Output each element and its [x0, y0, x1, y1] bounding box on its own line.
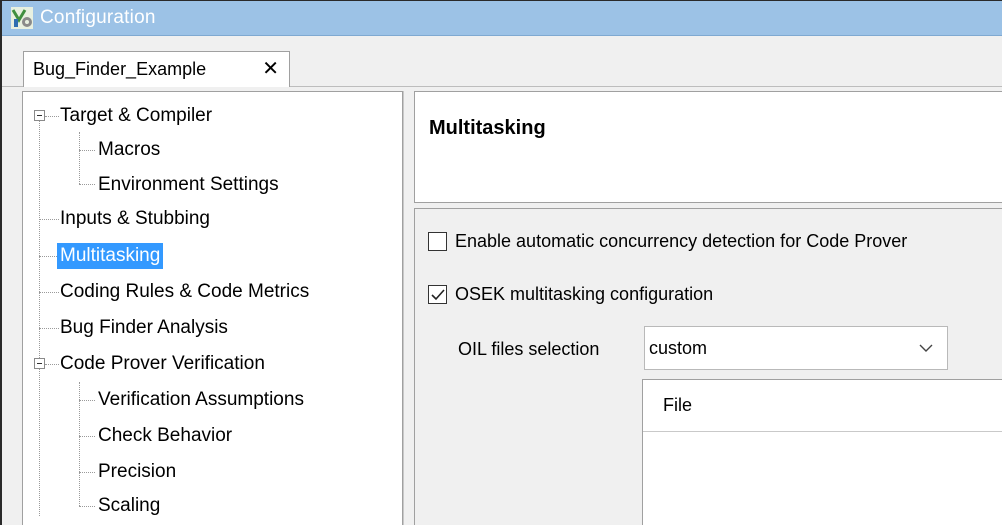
configuration-window: Configuration Bug_Finder_Example ✕ Targe…	[0, 0, 1002, 525]
tree-connector	[39, 328, 59, 329]
tree-item-label: Verification Assumptions	[98, 389, 304, 410]
tree-connector	[79, 472, 95, 473]
tree-item-coding-rules[interactable]: Coding Rules & Code Metrics	[57, 276, 312, 308]
tree-item-inputs-stubbing[interactable]: Inputs & Stubbing	[57, 203, 213, 235]
tree-item-multitasking[interactable]: Multitasking	[57, 240, 164, 272]
auto-concurrency-checkbox[interactable]	[428, 232, 447, 251]
tree-item-code-prover-verification[interactable]: Code Prover Verification	[57, 348, 268, 380]
tree-connector	[79, 436, 95, 437]
tree-item-label: Coding Rules & Code Metrics	[60, 281, 310, 302]
tree-item-label: Multitasking	[57, 243, 164, 269]
tree-item-label: Environment Settings	[98, 174, 279, 195]
settings-panel: Enable automatic concurrency detection f…	[414, 208, 1002, 525]
osek-label: OSEK multitasking configuration	[455, 284, 714, 304]
tree-connector	[39, 256, 57, 257]
settings-tree: Target & Compiler Macros Environment Set…	[22, 91, 403, 525]
tree-item-precision[interactable]: Precision	[95, 456, 179, 488]
tree-item-target-compiler[interactable]: Target & Compiler	[57, 100, 215, 132]
title-bar: Configuration	[2, 1, 1002, 36]
tree-item-verification-assumptions[interactable]: Verification Assumptions	[95, 384, 307, 416]
tree-item-label: Macros	[98, 139, 161, 160]
oil-files-value: custom	[649, 337, 708, 358]
tab-strip: Bug_Finder_Example ✕	[2, 37, 1002, 87]
collapse-icon[interactable]	[34, 110, 45, 121]
tree-item-macros[interactable]: Macros	[95, 134, 163, 166]
tree-item-label: Check Behavior	[98, 425, 233, 446]
chevron-down-icon	[919, 344, 933, 352]
oil-files-label: OIL files selection	[458, 339, 600, 359]
tree-item-environment-settings[interactable]: Environment Settings	[95, 169, 282, 201]
tree-item-label: Target & Compiler	[60, 105, 213, 126]
tree-item-label: Precision	[98, 461, 177, 482]
window-title: Configuration	[40, 7, 156, 28]
collapse-icon[interactable]	[34, 358, 45, 369]
auto-concurrency-option[interactable]: Enable automatic concurrency detection f…	[428, 231, 907, 252]
check-icon	[431, 289, 445, 301]
oil-files-table[interactable]: File	[642, 379, 1002, 525]
tree-connector	[79, 400, 95, 401]
tree-item-label: Scaling	[98, 495, 161, 516]
tree-item-label: Code Prover Verification	[60, 353, 265, 374]
file-column-label: File	[663, 395, 693, 415]
panel-header: Multitasking	[414, 91, 1002, 203]
tree-item-check-behavior[interactable]: Check Behavior	[95, 420, 235, 452]
close-icon[interactable]: ✕	[262, 59, 279, 79]
tree-connector	[79, 506, 95, 507]
tree-connector	[39, 292, 59, 293]
tree-connector	[79, 150, 95, 151]
tree-connector	[39, 219, 59, 220]
table-column-header: File	[643, 380, 1002, 432]
osek-checkbox[interactable]	[428, 285, 447, 304]
configuration-app-icon	[11, 7, 33, 29]
tree-item-label: Inputs & Stubbing	[60, 208, 210, 229]
page-title: Multitasking	[429, 117, 546, 139]
tab-label: Bug_Finder_Example	[33, 59, 207, 79]
osek-option[interactable]: OSEK multitasking configuration	[428, 284, 713, 305]
tree-item-label: Bug Finder Analysis	[60, 317, 228, 338]
tree-connector	[79, 132, 80, 184]
tree-item-bug-finder-analysis[interactable]: Bug Finder Analysis	[57, 312, 231, 344]
tab-bug-finder-example[interactable]: Bug_Finder_Example ✕	[23, 51, 290, 87]
auto-concurrency-label: Enable automatic concurrency detection f…	[455, 231, 908, 251]
oil-files-select[interactable]: custom	[644, 326, 948, 370]
tree-connector	[39, 116, 40, 516]
tree-item-scaling[interactable]: Scaling	[95, 490, 163, 522]
tree-connector	[79, 184, 95, 185]
